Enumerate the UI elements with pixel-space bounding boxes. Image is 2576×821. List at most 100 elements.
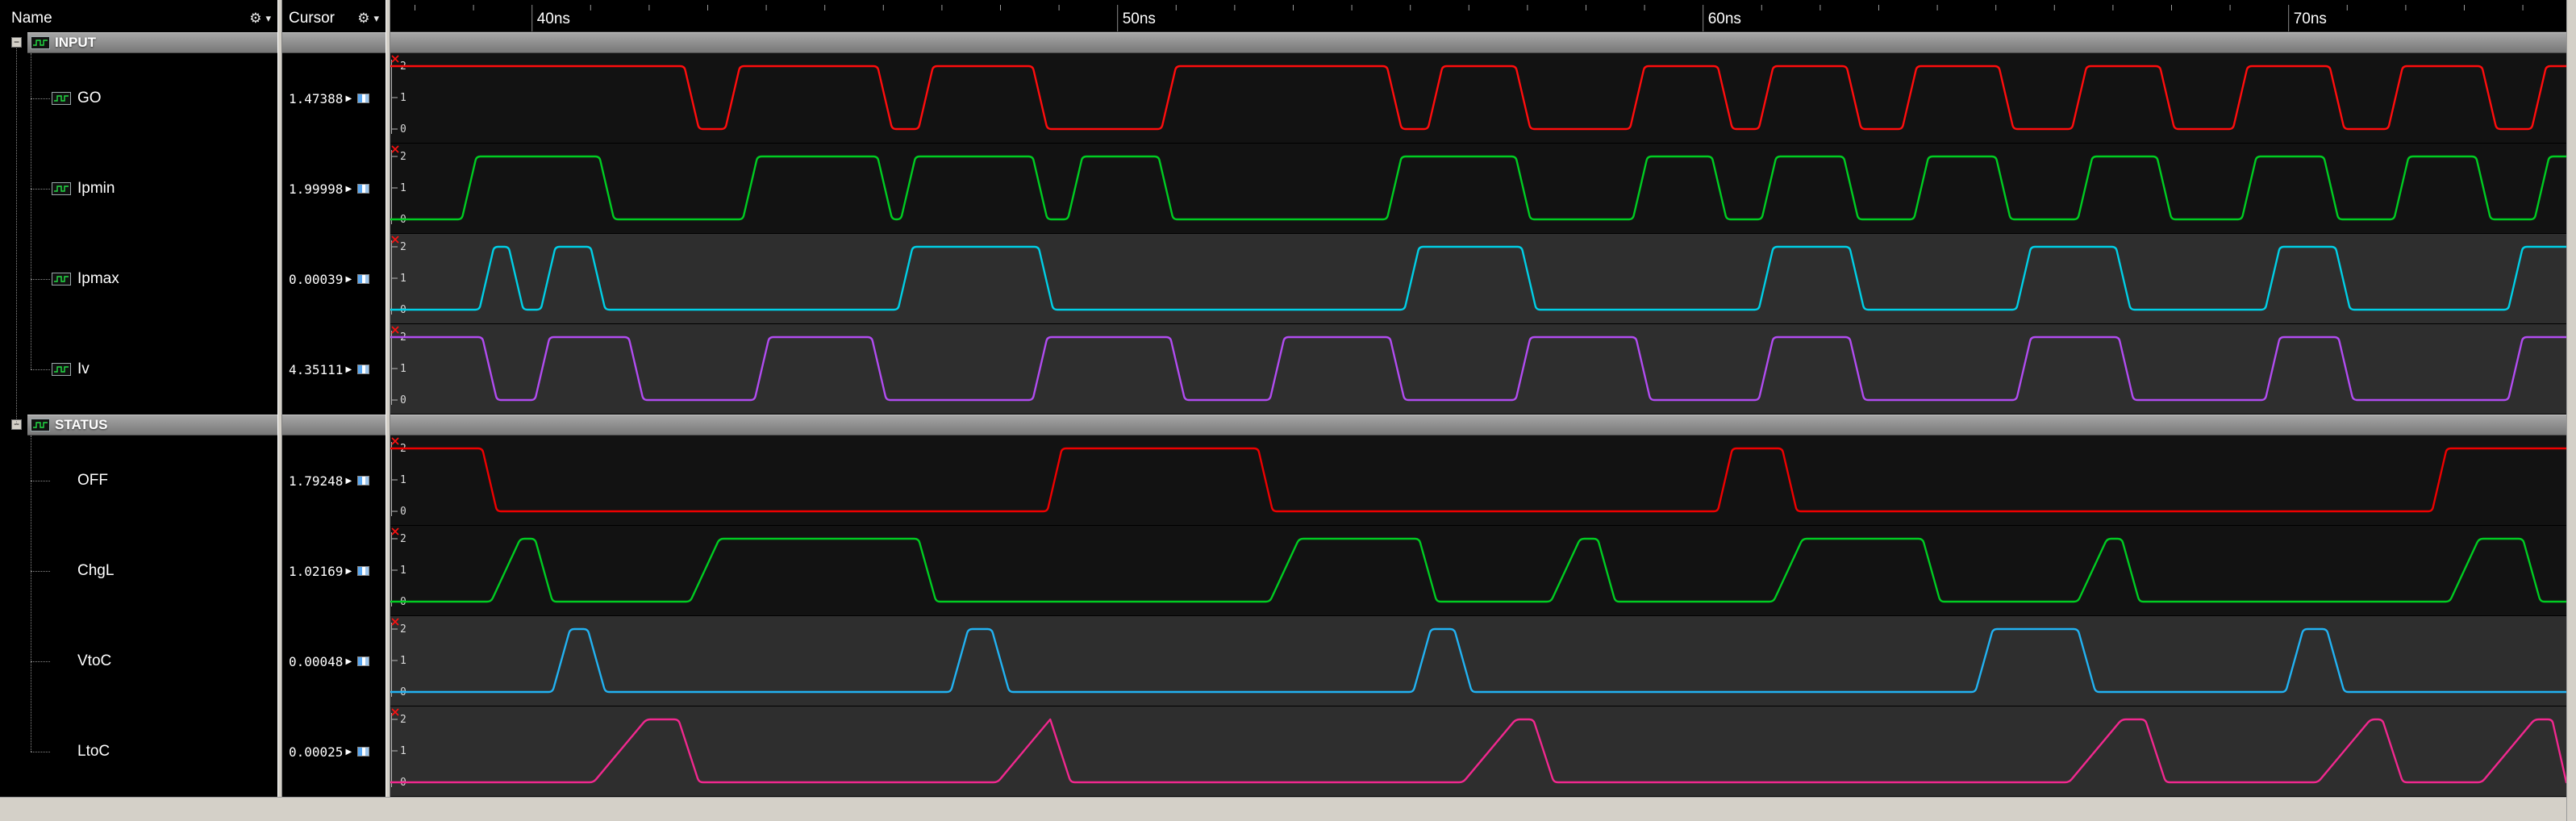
axis-tick-label: 0 — [400, 506, 406, 518]
group-header-STATUS[interactable]: STATUS — [27, 415, 277, 436]
waveform-row-GO[interactable]: 210 — [390, 53, 2566, 144]
axis-tick-label: 1 — [400, 273, 406, 285]
expand-value-arrow-icon[interactable]: ▶ — [345, 365, 352, 374]
waveform-trace-ChgL — [390, 537, 2566, 603]
waveform-trace-OFF — [390, 447, 2566, 513]
tree-branch — [31, 369, 50, 370]
timeline-tick-label: 50ns — [1123, 10, 1156, 27]
axis-tick-label: 1 — [400, 474, 406, 486]
waveform-canvas-OFF[interactable]: 210 — [390, 436, 2566, 526]
waveform-canvas-ChgL[interactable]: 210 — [390, 526, 2566, 616]
expand-value-arrow-icon[interactable]: ▶ — [345, 567, 352, 576]
vertical-scrollbar[interactable] — [2566, 0, 2576, 821]
waveform-panel: 40ns 50ns 60ns 70ns 2 1 0 2 1 0 2 1 0 2 1 0 2 1 0 2 1 0 2 1 0 2 1 0 — [390, 5, 2566, 797]
waveform-canvas-Ipmin[interactable]: 210 — [390, 144, 2566, 234]
row-marker-icon — [391, 145, 399, 153]
waveform-row-LtoC[interactable]: 210 — [390, 706, 2566, 797]
signal-name-label: OFF — [77, 472, 108, 489]
signal-row-LtoC[interactable]: LtoC — [5, 706, 277, 797]
waveform-canvas-GO[interactable]: 210 — [390, 53, 2566, 144]
waveform-canvas-VtoC[interactable]: 210 — [390, 616, 2566, 706]
signal-name-panel: Name ⚙ ▾ − INPUT GO Ipmin Ipmax Iv − STATUS OFF C… — [5, 5, 277, 797]
chevron-down-icon[interactable]: ▾ — [373, 12, 379, 25]
signal-row-GO[interactable]: GO — [5, 53, 277, 144]
cursor-row-Iv: 4.35111 ▶ — [282, 324, 386, 415]
cursor-row-ChgL: 1.02169 ▶ — [282, 526, 386, 616]
collapse-icon[interactable]: − — [11, 36, 22, 48]
cursor-value: 4.35111 — [289, 361, 344, 377]
value-format-icon[interactable] — [357, 747, 370, 756]
gear-icon[interactable]: ⚙ — [249, 10, 261, 27]
row-marker-icon — [391, 437, 399, 445]
signal-row-ChgL[interactable]: ChgL — [5, 526, 277, 616]
panel-splitter[interactable] — [386, 0, 390, 821]
waveform-trace-LtoC — [390, 718, 2566, 784]
value-format-icon[interactable] — [357, 184, 370, 194]
timeline-ruler[interactable]: 40ns 50ns 60ns 70ns — [390, 5, 2566, 32]
signal-row-VtoC[interactable]: VtoC — [5, 616, 277, 706]
name-panel-header: Name ⚙ ▾ — [5, 5, 277, 32]
gear-icon[interactable]: ⚙ — [357, 10, 369, 27]
signal-wave-icon — [52, 182, 71, 195]
row-marker-icon — [391, 326, 399, 334]
cursor-value: 0.00039 — [289, 271, 344, 287]
waveform-viewer-window: Name ⚙ ▾ − INPUT GO Ipmin Ipmax Iv − STATUS OFF C… — [0, 0, 2576, 821]
axis-tick-label: 2 — [400, 623, 406, 636]
cursor-row-Ipmax: 0.00039 ▶ — [282, 234, 386, 324]
signal-name-label: Iv — [77, 360, 90, 377]
horizontal-scrollbar[interactable] — [0, 797, 2576, 821]
group-row-STATUS: − STATUS — [5, 415, 277, 436]
value-format-icon[interactable] — [357, 365, 370, 374]
signal-row-Ipmin[interactable]: Ipmin — [5, 144, 277, 234]
timeline-tick-label: 60ns — [1708, 10, 1741, 27]
value-format-icon[interactable] — [357, 274, 370, 284]
row-marker-icon — [391, 708, 399, 716]
waveform-row-ChgL[interactable]: 210 — [390, 526, 2566, 616]
axis-tick-label: 1 — [400, 182, 406, 194]
waveform-row-OFF[interactable]: 210 — [390, 436, 2566, 526]
waveform-trace-Iv — [390, 335, 2566, 402]
tree-branch — [31, 571, 50, 572]
value-format-icon[interactable] — [357, 656, 370, 666]
value-format-icon[interactable] — [357, 566, 370, 576]
cursor-row-Ipmin: 1.99998 ▶ — [282, 144, 386, 234]
axis-tick-label: 2 — [400, 151, 406, 163]
waveform-row-VtoC[interactable]: 210 — [390, 616, 2566, 706]
waveform-row-Iv[interactable]: 210 — [390, 324, 2566, 415]
expand-value-arrow-icon[interactable]: ▶ — [345, 94, 352, 103]
tree-branch — [31, 661, 50, 662]
tree-branch — [31, 279, 50, 280]
expand-value-arrow-icon[interactable]: ▶ — [345, 275, 352, 284]
group-bar-cursor-INPUT — [282, 32, 386, 53]
cursor-row-GO: 1.47388 ▶ — [282, 53, 386, 144]
signal-row-Ipmax[interactable]: Ipmax — [5, 234, 277, 324]
value-format-icon[interactable] — [357, 476, 370, 486]
waveform-row-Ipmin[interactable]: 210 — [390, 144, 2566, 234]
expand-value-arrow-icon[interactable]: ▶ — [345, 748, 352, 756]
value-format-icon[interactable] — [357, 94, 370, 103]
group-bar-cursor-STATUS — [282, 415, 386, 436]
axis-tick-label: 1 — [400, 565, 406, 577]
timeline-tick-label: 40ns — [537, 10, 570, 27]
signal-wave-icon — [52, 363, 71, 376]
row-marker-icon — [391, 235, 399, 244]
waveform-row-Ipmax[interactable]: 210 — [390, 234, 2566, 324]
group-header-INPUT[interactable]: INPUT — [27, 32, 277, 53]
axis-tick-label: 0 — [400, 123, 406, 135]
waveform-canvas-Ipmax[interactable]: 210 — [390, 234, 2566, 324]
expand-value-arrow-icon[interactable]: ▶ — [345, 477, 352, 486]
signal-row-Iv[interactable]: Iv — [5, 324, 277, 415]
signal-name-label: GO — [77, 90, 102, 106]
chevron-down-icon[interactable]: ▾ — [265, 12, 271, 25]
signal-row-OFF[interactable]: OFF — [5, 436, 277, 526]
cursor-value: 1.99998 — [289, 181, 344, 197]
waveform-canvas-Iv[interactable]: 210 — [390, 324, 2566, 415]
expand-value-arrow-icon[interactable]: ▶ — [345, 185, 352, 194]
waveform-trace-GO — [390, 65, 2566, 131]
waveform-trace-Ipmin — [390, 155, 2566, 221]
panel-splitter[interactable] — [277, 0, 282, 821]
waveform-canvas-LtoC[interactable]: 210 — [390, 706, 2566, 797]
cursor-value: 1.02169 — [289, 563, 344, 579]
row-marker-icon — [391, 618, 399, 626]
expand-value-arrow-icon[interactable]: ▶ — [345, 657, 352, 666]
